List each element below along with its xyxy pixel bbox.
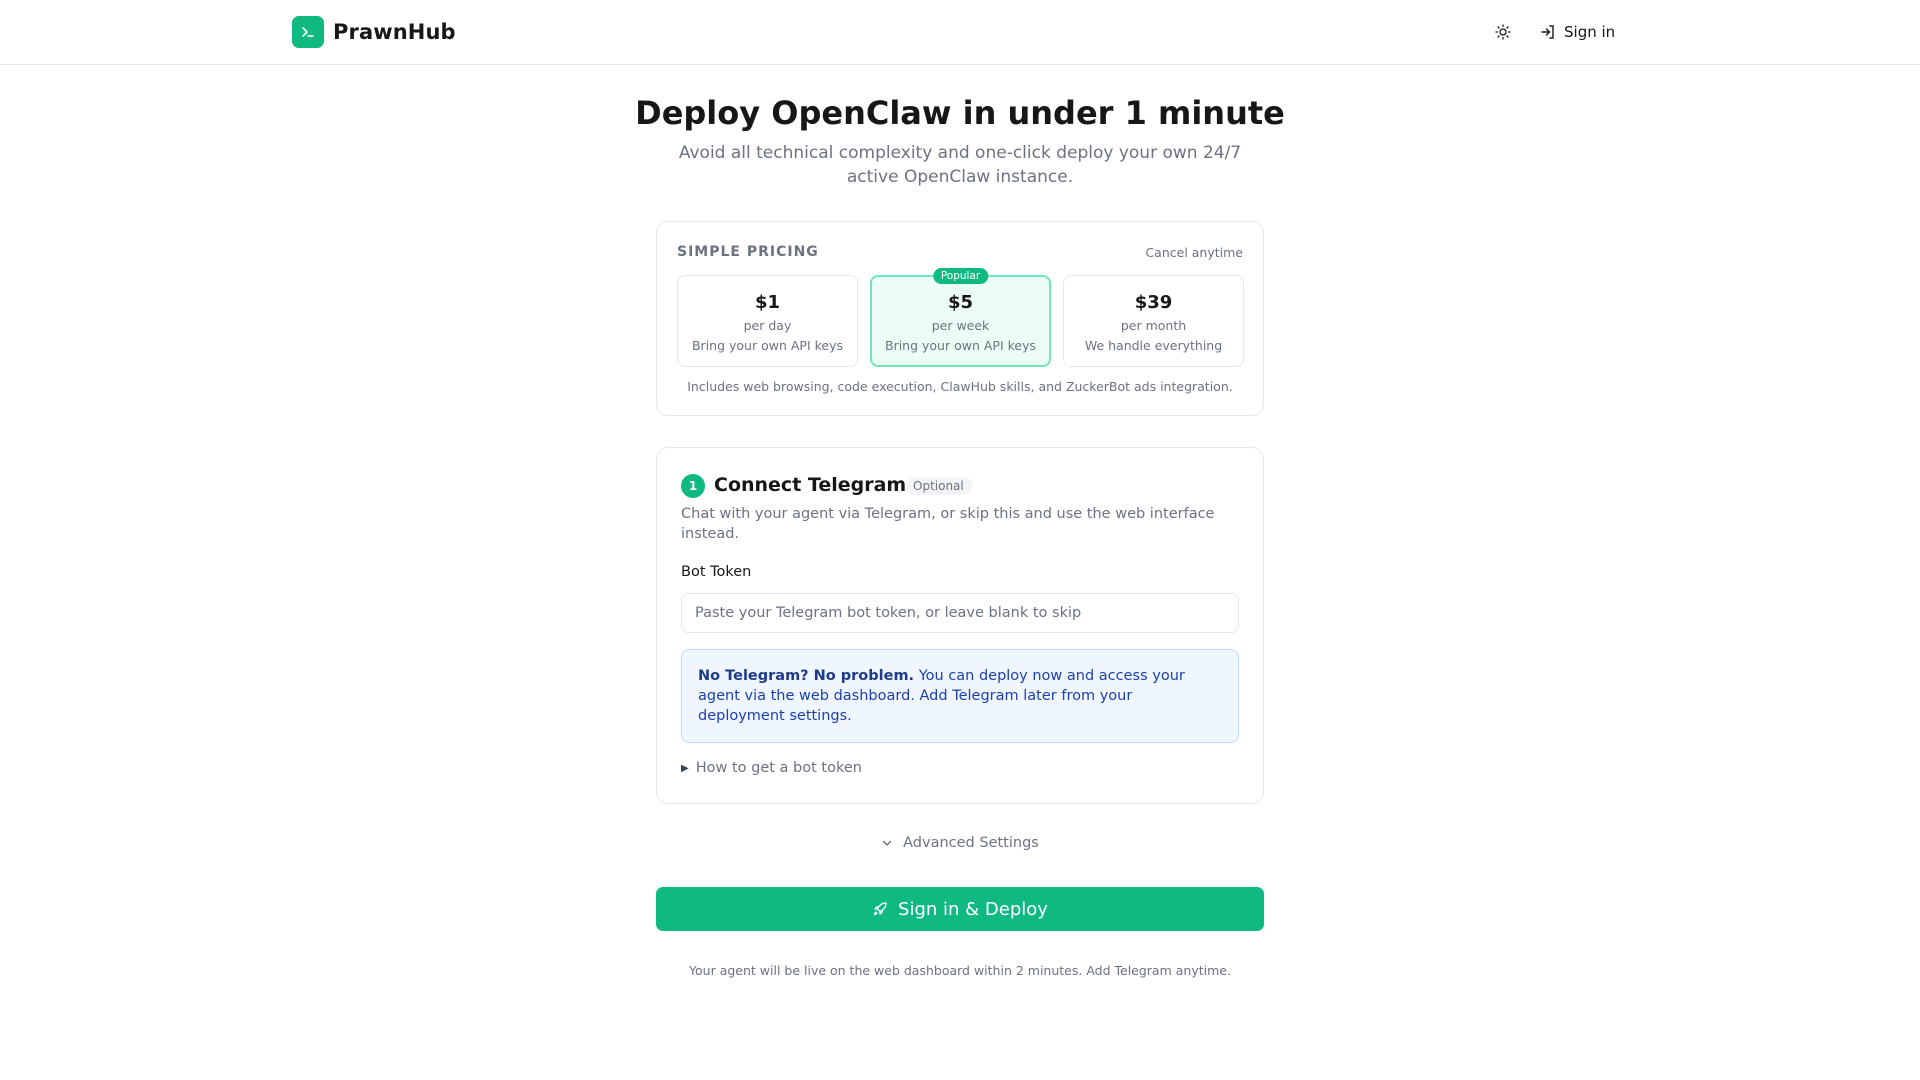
signin-button[interactable]: Sign in xyxy=(1540,17,1615,47)
info-callout: No Telegram? No problem. You can deploy … xyxy=(681,649,1239,743)
cancel-anytime-text: Cancel anytime xyxy=(1145,245,1243,260)
sun-icon xyxy=(1495,24,1511,40)
logo[interactable]: PrawnHub xyxy=(292,16,456,48)
plan-price: $39 xyxy=(1134,292,1173,313)
plan-period: per month xyxy=(1120,318,1187,333)
info-callout-heading: No Telegram? No problem. xyxy=(698,668,915,684)
deploy-footnote: Your agent will be live on the web dashb… xyxy=(689,963,1231,978)
advanced-settings-label: Advanced Settings xyxy=(903,835,1039,851)
signin-label: Sign in xyxy=(1564,23,1616,41)
plan-description: Bring your own API keys xyxy=(691,338,843,353)
top-header: PrawnHub Sign in xyxy=(0,0,1920,65)
pricing-note: Includes web browsing, code execution, C… xyxy=(687,379,1233,394)
how-to-get-token-label: How to get a bot token xyxy=(695,760,862,776)
optional-badge: Optional xyxy=(905,477,972,495)
popular-badge: Popular xyxy=(932,268,989,284)
advanced-settings-toggle[interactable]: Advanced Settings xyxy=(0,835,1920,851)
step-number-badge: 1 xyxy=(681,474,705,498)
plan-description: Bring your own API keys xyxy=(884,338,1036,353)
deploy-button-label: Sign in & Deploy xyxy=(898,898,1048,920)
plan-period: per week xyxy=(931,318,990,333)
plan-price: $5 xyxy=(947,292,974,313)
pricing-label: SIMPLE PRICING xyxy=(677,244,819,260)
plan-monthly[interactable]: $39 per month We handle everything xyxy=(1063,275,1244,367)
connect-telegram-card: 1 Connect Telegram Optional Chat with yo… xyxy=(656,447,1264,804)
terminal-icon xyxy=(292,16,324,48)
pricing-card: SIMPLE PRICING Cancel anytime $1 per day… xyxy=(656,221,1264,416)
section-description: Chat with your agent via Telegram, or sk… xyxy=(681,506,1215,542)
plan-description: We handle everything xyxy=(1084,338,1223,353)
section-title: Connect Telegram xyxy=(714,474,907,496)
rocket-icon xyxy=(873,902,887,916)
logo-text: PrawnHub xyxy=(333,20,456,44)
chevron-down-icon xyxy=(882,840,892,846)
how-to-get-token-toggle[interactable]: ▶ How to get a bot token xyxy=(681,760,862,776)
signin-deploy-button[interactable]: Sign in & Deploy xyxy=(656,887,1264,931)
page-subtitle: Avoid all technical complexity and one-c… xyxy=(678,143,1242,187)
page-title: Deploy OpenClaw in under 1 minute xyxy=(635,94,1285,132)
log-in-icon xyxy=(1541,25,1554,39)
plan-daily[interactable]: $1 per day Bring your own API keys xyxy=(677,275,858,367)
bot-token-input[interactable] xyxy=(681,593,1239,633)
theme-toggle-button[interactable] xyxy=(1488,17,1518,47)
plan-price: $1 xyxy=(754,292,781,313)
plan-weekly[interactable]: Popular $5 per week Bring your own API k… xyxy=(870,268,1051,367)
bot-token-label: Bot Token xyxy=(681,564,752,580)
plan-period: per day xyxy=(743,318,792,333)
triangle-right-icon: ▶ xyxy=(681,762,689,774)
